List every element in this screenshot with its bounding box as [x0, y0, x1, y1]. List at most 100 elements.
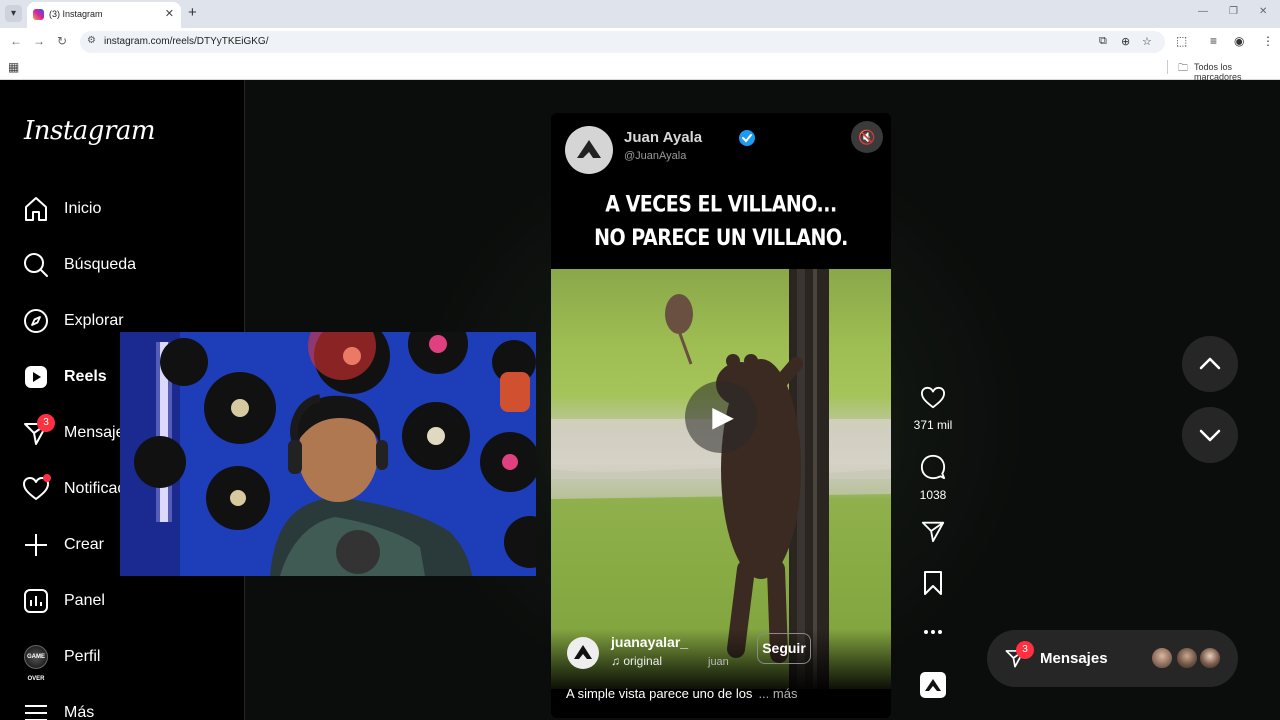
audio-thumbnail[interactable] — [920, 672, 946, 698]
sidebar-item-label: Búsqueda — [64, 256, 137, 273]
back-icon[interactable]: ← — [10, 34, 22, 48]
reel-video[interactable]: ▶ — [551, 269, 891, 689]
browser-menu-icon[interactable]: ⋮ — [1262, 34, 1274, 48]
messages-label: Mensajes — [1040, 650, 1108, 667]
new-tab-button[interactable]: + — [188, 4, 197, 21]
bookmarks-divider — [1167, 60, 1168, 74]
media-control-icon[interactable]: ≡ — [1210, 34, 1217, 48]
sidebar-item-label: Perfil — [64, 648, 101, 665]
reel-header-overlay: Juan Ayala @JuanAyala 🔇 A VECES EL VILLA… — [551, 113, 891, 269]
tab-search-dropdown[interactable]: ▾ — [5, 5, 22, 22]
headline-line-1: A VECES EL VILLANO... — [605, 192, 837, 218]
home-icon — [25, 197, 47, 221]
reload-icon[interactable]: ↻ — [57, 34, 67, 48]
webcam-overlay — [120, 332, 536, 576]
share-button[interactable] — [908, 518, 958, 549]
notification-dot — [43, 474, 51, 482]
profile-avatar-wrap: GAME OVER — [24, 645, 52, 682]
save-button[interactable] — [908, 570, 958, 601]
previous-reel-button[interactable] — [1182, 336, 1238, 392]
author-name: Juan Ayala — [624, 129, 703, 146]
comment-icon — [920, 454, 946, 480]
apps-grid-icon[interactable]: ▦ — [8, 60, 19, 74]
user-logo-icon — [574, 645, 592, 659]
sidebar-item-label: Panel — [64, 592, 105, 609]
like-button[interactable]: 371 mil — [908, 386, 958, 432]
sidebar-item-inicio[interactable]: Inicio — [22, 194, 242, 226]
like-count: 371 mil — [913, 418, 953, 432]
tab-strip: ▾ (3) Instagram ✕ + — ❐ ✕ — [0, 0, 1280, 28]
share-icon — [921, 521, 945, 543]
bookmarks-bar: ▦ 🗀 Todos los marcadores — [0, 56, 1280, 82]
avatar — [1150, 646, 1174, 670]
play-icon[interactable]: ▶ — [685, 381, 757, 453]
comment-button[interactable]: 1038 — [908, 454, 958, 502]
plus-icon — [25, 534, 47, 556]
sidebar-item-mas[interactable]: Más — [22, 698, 242, 720]
more-icon — [924, 630, 942, 634]
browser-toolbar: ← → ↻ ⚙ instagram.com/reels/DTYyTKEiGKG/… — [0, 28, 1280, 56]
comment-count: 1038 — [919, 488, 947, 502]
chevron-down-icon — [1199, 429, 1221, 442]
sidebar-item-panel[interactable]: Panel — [22, 586, 242, 618]
video-frame — [551, 269, 891, 689]
instagram-page: Instagram Inicio Búsqueda Explorar Reels… — [0, 80, 1280, 720]
verified-icon — [739, 130, 755, 146]
avatar — [1198, 646, 1222, 670]
dashboard-icon — [24, 589, 48, 613]
sidebar-item-perfil[interactable]: GAME OVER Perfil — [22, 642, 242, 682]
reel-username[interactable]: juanayalar_ — [611, 634, 688, 650]
sidebar-item-label: Más — [64, 704, 95, 720]
reel-caption[interactable]: A simple vista parece uno de los ... más — [566, 686, 797, 701]
headline-line-2: NO PARECE UN VILLANO. — [594, 225, 848, 251]
reels-icon — [25, 366, 47, 388]
bookmark-icon — [924, 571, 942, 595]
url-text[interactable]: instagram.com/reels/DTYyTKEiGKG/ — [104, 36, 268, 47]
reel-audio[interactable]: ♫ original — [611, 654, 662, 668]
window-close-icon[interactable]: ✕ — [1259, 6, 1267, 17]
restore-icon[interactable]: ❐ — [1229, 6, 1238, 17]
audio-extra: juan — [708, 656, 729, 668]
heart-icon — [921, 386, 945, 409]
install-app-icon[interactable]: ⧉ — [1099, 35, 1107, 48]
follow-button[interactable]: Seguir — [757, 633, 811, 664]
compass-icon — [24, 309, 48, 333]
audio-label: original — [623, 654, 663, 668]
reel-headline: A VECES EL VILLANO... NO PARECE UN VILLA… — [551, 189, 891, 256]
search-icon — [24, 253, 48, 277]
mute-icon[interactable]: 🔇 — [851, 121, 883, 153]
avatar — [1175, 646, 1199, 670]
sidebar-item-label: Crear — [64, 536, 105, 553]
all-bookmarks-link[interactable]: Todos los marcadores — [1194, 62, 1280, 82]
sidebar-item-label: Reels — [64, 368, 107, 385]
reel-card[interactable]: Juan Ayala @JuanAyala 🔇 A VECES EL VILLA… — [551, 113, 891, 718]
extensions-icon[interactable]: ⬚ — [1176, 34, 1187, 48]
author-avatar — [565, 126, 613, 174]
tab-instagram[interactable]: (3) Instagram ✕ — [27, 2, 181, 28]
caption-text: A simple vista parece uno de los — [566, 686, 753, 701]
more-options-button[interactable] — [908, 622, 958, 647]
reel-footer: juanayalar_ ♫ original juan Seguir A sim… — [551, 629, 891, 718]
address-bar[interactable]: ⚙ instagram.com/reels/DTYyTKEiGKG/ ⧉ ⊕ ☆ — [80, 31, 1165, 53]
site-info-icon[interactable]: ⚙ — [87, 35, 96, 46]
messages-badge: 3 — [37, 414, 55, 432]
more-link[interactable]: ... más — [758, 686, 797, 701]
profile-icon[interactable]: ◉ — [1234, 34, 1244, 48]
sidebar-item-label: Explorar — [64, 312, 124, 329]
messages-pill[interactable]: 3 Mensajes — [987, 630, 1238, 687]
tab-title: (3) Instagram — [49, 9, 103, 19]
instagram-logo[interactable]: Instagram — [24, 116, 156, 146]
next-reel-button[interactable] — [1182, 407, 1238, 463]
audio-logo-icon — [925, 679, 941, 691]
sidebar-item-busqueda[interactable]: Búsqueda — [22, 250, 242, 282]
tab-close-icon[interactable]: ✕ — [165, 7, 174, 20]
user-avatar[interactable] — [567, 637, 599, 669]
zoom-icon[interactable]: ⊕ — [1121, 35, 1130, 48]
bookmark-star-icon[interactable]: ☆ — [1142, 35, 1152, 48]
forward-icon[interactable]: → — [33, 34, 45, 48]
instagram-favicon-icon — [33, 9, 44, 20]
menu-icon — [25, 705, 47, 720]
chevron-up-icon — [1199, 357, 1221, 370]
author-handle: @JuanAyala — [624, 150, 687, 162]
minimize-icon[interactable]: — — [1198, 6, 1208, 17]
